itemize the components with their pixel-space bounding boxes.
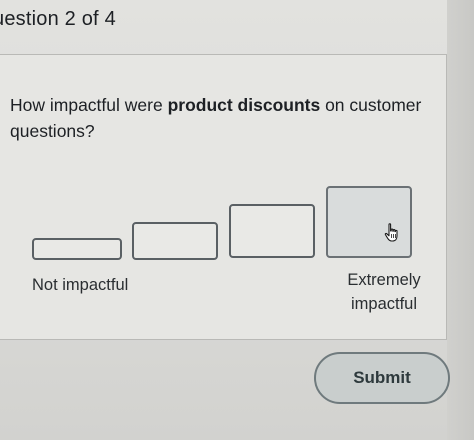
survey-page: uestion 2 of 4 How impactful were produc… [0, 0, 474, 440]
question-text: How impactful were product discounts on … [10, 92, 440, 144]
submit-button[interactable]: Submit [314, 352, 450, 404]
scale-option-3[interactable] [229, 204, 315, 258]
scale-option-2[interactable] [132, 222, 218, 260]
question-text-emphasis: product discounts [167, 95, 321, 115]
scale-label-low: Not impactful [32, 276, 129, 294]
scale-label-high: Extremely impactful [347, 271, 421, 313]
page-edge [447, 0, 474, 440]
scale-option-1[interactable] [32, 238, 122, 260]
question-text-start: How impactful were [10, 95, 168, 115]
question-counter: uestion 2 of 4 [0, 8, 116, 30]
hand-pointer-icon [384, 223, 398, 242]
